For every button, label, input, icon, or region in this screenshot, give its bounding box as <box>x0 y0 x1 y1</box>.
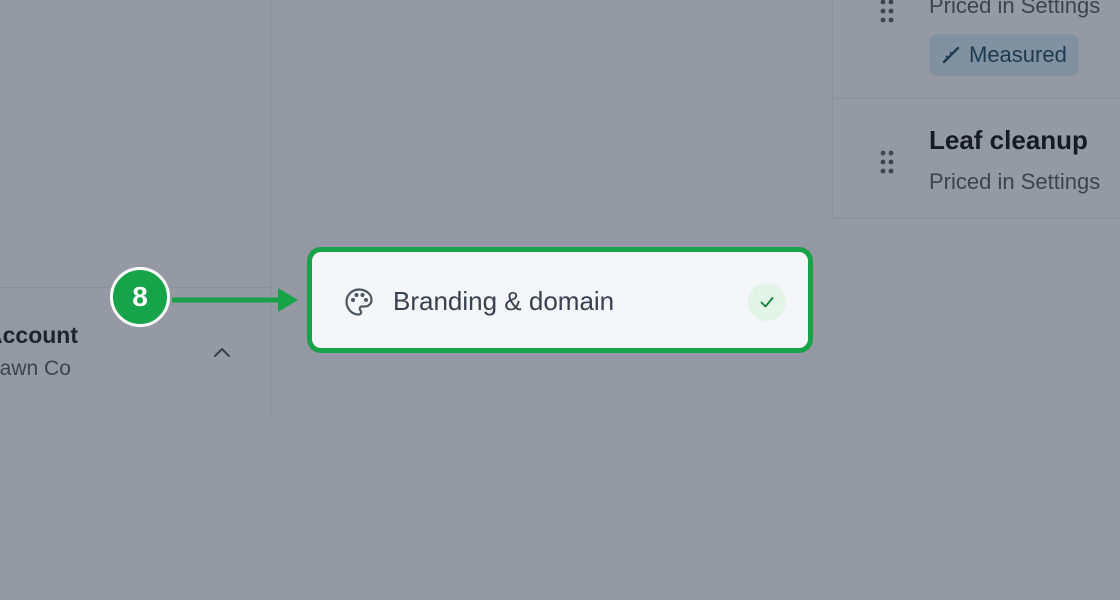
callout-arrow-icon <box>172 288 298 312</box>
service-pricing-note: Priced in Settings <box>929 169 1101 194</box>
branding-domain-label: Branding & domain <box>393 286 615 316</box>
screen: Account Lawn Co Priced in Settings Measu… <box>0 0 1120 600</box>
account-subtitle: Lawn Co <box>0 357 71 380</box>
service-row[interactable]: Priced in Settings Measured <box>833 0 1120 99</box>
branding-domain-item[interactable]: Branding & domain <box>307 247 813 353</box>
completed-status-badge <box>748 283 786 321</box>
chevron-up-icon[interactable] <box>212 344 232 360</box>
account-name: Account <box>0 322 78 348</box>
measured-badge: Measured <box>929 34 1079 76</box>
service-name: Leaf cleanup <box>929 125 1088 155</box>
service-row[interactable]: Leaf cleanup Priced in Settings <box>833 99 1120 217</box>
badge-label: Measured <box>969 42 1067 67</box>
service-pricing-note: Priced in Settings <box>929 0 1101 18</box>
services-list: Priced in Settings Measured Leaf cleanup… <box>832 0 1120 219</box>
ruler-icon <box>942 46 960 64</box>
palette-icon <box>345 288 373 316</box>
drag-handle-icon[interactable] <box>879 149 895 175</box>
check-icon <box>760 297 774 308</box>
drag-handle-icon[interactable] <box>879 0 895 24</box>
step-number-badge: 8 <box>110 267 170 327</box>
